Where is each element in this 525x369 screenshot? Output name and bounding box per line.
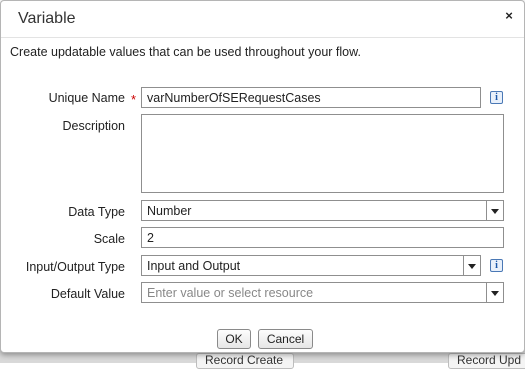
scale-input[interactable]: 2 — [141, 227, 504, 248]
variable-dialog: Variable × Create updatable values that … — [0, 0, 525, 353]
background-record-create-card: Record Create — [196, 353, 294, 369]
default-value-placeholder[interactable]: Enter value or select resource — [147, 286, 313, 300]
io-type-select[interactable]: Input and Output — [141, 255, 481, 276]
chevron-down-icon[interactable] — [486, 201, 503, 220]
chevron-down-icon[interactable] — [463, 256, 480, 275]
scale-label: Scale — [93, 232, 125, 246]
unique-name-input[interactable]: varNumberOfSERequestCases — [141, 87, 481, 108]
unique-name-info-icon[interactable]: i — [490, 91, 503, 104]
io-type-info-icon[interactable]: i — [490, 259, 503, 272]
default-value-combobox[interactable]: Enter value or select resource — [141, 282, 504, 303]
io-type-label: Input/Output Type — [25, 260, 125, 274]
close-icon[interactable]: × — [502, 9, 516, 23]
required-icon: * — [131, 92, 137, 107]
dialog-description: Create updatable values that can be used… — [10, 45, 361, 59]
dialog-header: Variable × — [1, 1, 524, 38]
dialog-title: Variable — [18, 10, 76, 27]
default-value-label: Default Value — [50, 287, 125, 301]
data-type-label: Data Type — [68, 205, 125, 219]
io-type-value: Input and Output — [147, 259, 241, 273]
description-label: Description — [62, 119, 125, 133]
ok-button[interactable]: OK — [217, 329, 251, 349]
cancel-button[interactable]: Cancel — [258, 329, 313, 349]
description-textarea[interactable] — [141, 114, 504, 193]
unique-name-label: Unique Name — [48, 91, 125, 105]
background-record-update-card: Record Upd — [448, 353, 525, 369]
data-type-select[interactable]: Number — [141, 200, 504, 221]
data-type-value: Number — [147, 204, 192, 218]
chevron-down-icon[interactable] — [486, 283, 503, 302]
